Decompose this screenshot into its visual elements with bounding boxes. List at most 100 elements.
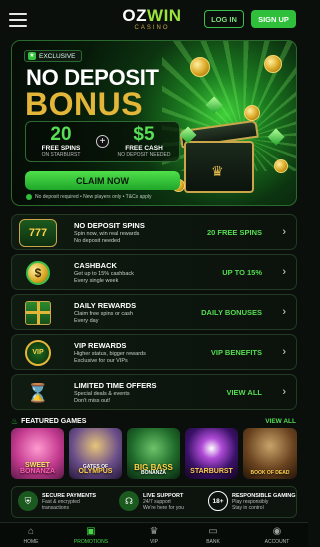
promo-value: UP TO 15% [222,268,262,277]
terms-text[interactable]: No deposit required • New players only •… [35,194,152,200]
check-icon [26,194,32,200]
free-cash-offer: $5 FREE CASH NO DEPOSIT NEEDED [109,125,179,159]
game-title: STARBURST [190,469,233,476]
game-tile-book-of-dead[interactable]: BOOK OF DEAD [243,428,297,479]
vip-crown-icon: VIP [19,339,57,367]
free-spins-offer: 20 FREE SPINS ON STARBURST [26,125,96,159]
featured-view-all-link[interactable]: VIEW ALL [265,418,296,425]
offer-box: 20 FREE SPINS ON STARBURST + $5 FREE CAS… [25,121,180,162]
trust-live-support[interactable]: ☊ LIVE SUPPORT 24/7 support We're here f… [119,491,184,512]
nav-label: BANK [206,539,220,545]
wallet-icon: ▭ [208,526,218,537]
trust-desc: transactions [42,505,69,512]
trust-desc: Stay in control [232,505,264,512]
chevron-right-icon: › [282,346,286,358]
gold-coin-icon [264,55,282,73]
promo-title: DAILY REWARDS [74,301,137,310]
trust-responsible-gaming[interactable]: 18+ RESPONSIBLE GAMING Play responsibly … [208,491,296,512]
featured-games-title: ♨ FEATURED GAMES [11,417,86,426]
promo-desc: Every day [74,318,99,324]
crown-icon: ♛ [149,526,159,537]
featured-games-label: FEATURED GAMES [21,418,87,425]
casino-logo[interactable]: OZWIN CASINO [114,7,190,31]
signup-button[interactable]: SIGN UP [251,10,296,28]
hero-banner: ♛ ★ EXCLUSIVE NO DEPOSIT BONUS 20 FREE S… [11,40,297,206]
nav-label: HOME [23,539,39,545]
exclusive-badge: ★ EXCLUSIVE [24,50,82,62]
logo-sub: CASINO [134,25,170,31]
game-title-line1: STARBURST [190,468,233,476]
crown-icon: ♛ [211,163,224,179]
promo-cashback[interactable]: $ CASHBACK Get up to 15% cashback Every … [11,254,297,290]
game-title: BIG BASS BONANZA [134,463,173,476]
bottom-nav: ⌂ HOME ▣ PROMOTIONS ♛ VIP ▭ BANK ◉ ACCOU… [0,522,308,547]
free-cash-sub: NO DEPOSIT NEEDED [117,152,171,159]
promo-desc: Special deals & events [74,391,130,397]
promo-desc: Claim free spins or cash [74,311,133,317]
nav-promotions[interactable]: ▣ PROMOTIONS [66,526,116,545]
promo-title: VIP REWARDS [74,341,127,350]
plus-icon: + [96,135,109,148]
free-spins-value: 20 [50,123,72,145]
promo-no-deposit-spins[interactable]: 777 NO DEPOSIT SPINS Spin now, win real … [11,214,297,250]
promo-value: VIP BENEFITS [210,348,262,357]
gift-icon: ▣ [86,526,96,537]
nav-home[interactable]: ⌂ HOME [6,526,56,545]
exclusive-label: EXCLUSIVE [39,52,76,60]
promo-limited-time[interactable]: ⌛ LIMITED TIME OFFERS Special deals & ev… [11,374,297,410]
nav-label: PROMOTIONS [73,539,109,545]
promo-title: CASHBACK [74,261,117,270]
game-tile-sweet-bonanza[interactable]: SWEET BONANZA [11,428,64,479]
trust-bar: ⛨ SECURE PAYMENTS Fast & encrypted trans… [11,486,297,518]
gold-coin-icon [274,159,288,173]
trust-desc: We're here for you [143,505,184,512]
free-cash-value: $5 [133,123,155,145]
nav-vip[interactable]: ♛ VIP [129,526,179,545]
nav-bank[interactable]: ▭ BANK [188,526,238,545]
star-icon: ★ [28,52,36,60]
game-title-line1: BOOK OF DEAD [250,470,290,477]
gold-coin-icon [190,57,210,77]
promo-value: 20 FREE SPINS [206,228,262,237]
vip-icon-text: VIP [25,340,51,366]
game-tile-gates-of-olympus[interactable]: GATES OF OLYMPUS [69,428,122,479]
game-title-line2: BONANZA [20,468,55,476]
trust-secure-payments: ⛨ SECURE PAYMENTS Fast & encrypted trans… [18,491,96,512]
headset-icon: ☊ [119,491,139,511]
slot-777-icon: 777 [19,219,57,247]
promo-value: DAILY BONUSES [201,308,262,317]
promo-desc: Spin now, win real rewards [74,231,140,237]
promo-desc: Every single week [74,278,119,284]
user-icon: ◉ [272,526,282,537]
hourglass-icon: ⌛ [26,382,50,403]
game-title: GATES OF OLYMPUS [78,464,113,476]
gift-calendar-icon [19,299,57,327]
promo-value: VIEW ALL [226,388,262,397]
promo-desc: Exclusive for our VIPs [74,358,128,364]
top-header: OZWIN CASINO LOG IN SIGN UP [0,0,308,40]
hero-title-line2: BONUS [25,86,144,122]
promo-daily-rewards[interactable]: DAILY REWARDS Claim free spins or cash E… [11,294,297,330]
game-title: SWEET BONANZA [20,462,55,476]
chevron-right-icon: › [282,306,286,318]
hero-terms: No deposit required • New players only •… [26,194,152,200]
promo-desc: Don't miss out! [74,398,111,404]
nav-account[interactable]: ◉ ACCOUNT [252,526,302,545]
free-spins-sub: ON STARBURST [41,152,81,159]
nav-label: ACCOUNT [264,539,290,545]
promo-title: NO DEPOSIT SPINS [74,221,145,230]
gold-coin-icon [244,105,260,121]
game-title: BOOK OF DEAD [251,471,290,476]
logo-main: OZWIN [122,6,182,25]
claim-now-button[interactable]: CLAIM NOW [25,171,180,190]
game-tile-big-bass-bonanza[interactable]: BIG BASS BONANZA [127,428,180,479]
promo-vip-rewards[interactable]: VIP VIP REWARDS Higher status, bigger re… [11,334,297,370]
cashback-coin-icon: $ [19,259,57,287]
chevron-right-icon: › [282,266,286,278]
hamburger-menu-icon[interactable] [9,13,27,27]
promo-title: LIMITED TIME OFFERS [74,381,157,390]
game-tile-starburst[interactable]: STARBURST [185,428,238,479]
login-button[interactable]: LOG IN [204,10,244,28]
promo-desc: No deposit needed [74,238,121,244]
game-title-line2: OLYMPUS [78,468,113,476]
